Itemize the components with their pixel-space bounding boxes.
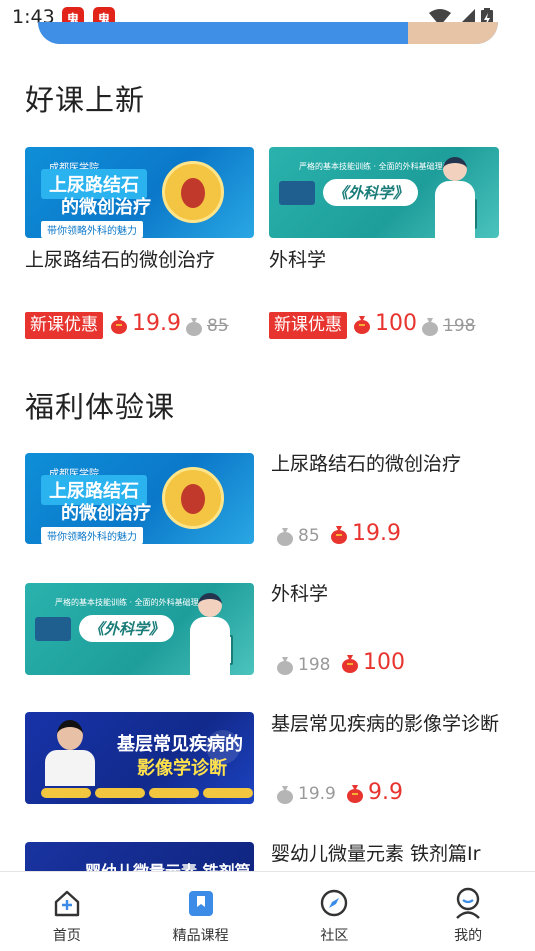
lecturer-illustration (43, 720, 97, 786)
course-thumbnail[interactable]: 成都医学院 上尿路结石 的微创治疗 带你领略外科的魅力 (25, 453, 254, 544)
original-price-value: 19.9 (298, 784, 336, 804)
thumb-subline: 严格的基本技能训练 · 全面的外科基础理论 (55, 598, 207, 607)
course-name[interactable]: 上尿路结石的微创治疗 (271, 452, 511, 477)
doctor-illustration (435, 157, 475, 238)
course-thumbnail[interactable]: 成都医学院 上尿路结石 的微创治疗 带你领略外科的魅力 (25, 147, 254, 238)
sale-price-value: 100 (375, 311, 417, 336)
original-price: 85 (184, 316, 229, 336)
money-bag-icon (111, 315, 127, 334)
original-price: 19.9 (275, 784, 336, 804)
original-price: 198 (420, 316, 475, 336)
compass-icon (317, 886, 351, 920)
course-thumbnail[interactable]: 严格的基本技能训练 · 全面的外科基础理论 《外科学》 (25, 583, 254, 675)
thumb-subline: 严格的基本技能训练 · 全面的外科基础理论 (299, 162, 451, 171)
thumb-headline: 《外科学》 (79, 615, 175, 642)
original-price-value: 85 (298, 526, 320, 546)
decor-circle (206, 730, 240, 764)
money-bag-icon (342, 654, 358, 673)
sale-price: 19.9 (109, 311, 181, 336)
sale-price-value: 19.9 (352, 521, 401, 546)
thumb-headline: 的微创治疗 (61, 197, 151, 218)
money-bag-icon (186, 318, 202, 336)
nav-community[interactable]: 社区 (268, 872, 402, 951)
thumb-tags (41, 788, 253, 798)
money-bag-icon (277, 786, 293, 804)
bottom-nav: 首页 精品课程 社区 我的 (0, 871, 535, 951)
course-thumbnail[interactable]: 基层常见疾病的 影像学诊断 (25, 712, 254, 804)
course-name[interactable]: 外科学 (271, 582, 511, 607)
original-price-value: 198 (298, 655, 331, 675)
nav-label: 我的 (454, 928, 483, 944)
thumb-headline: 的微创治疗 (61, 503, 151, 524)
nav-label: 精品课程 (172, 928, 229, 944)
thumb-subline: 带你领略外科的魅力 (41, 527, 143, 544)
sale-price: 100 (352, 311, 417, 336)
sale-price-value: 100 (363, 650, 405, 675)
money-bag-icon (277, 528, 293, 546)
thumb-box (279, 181, 315, 205)
promo-badge: 新课优惠 (269, 312, 347, 339)
doctor-illustration (190, 593, 230, 675)
bookmark-icon (184, 886, 218, 920)
nav-label: 社区 (320, 928, 349, 944)
original-price: 85 (275, 526, 320, 546)
sale-price-value: 9.9 (368, 780, 403, 805)
money-bag-icon (277, 657, 293, 675)
sale-price-value: 19.9 (132, 311, 181, 336)
course-name[interactable]: 外科学 (269, 248, 326, 273)
nav-home[interactable]: 首页 (0, 872, 134, 951)
nav-label: 首页 (52, 928, 81, 944)
course-thumbnail[interactable]: 严格的基本技能训练 · 全面的外科基础理论 《外科学》 (269, 147, 499, 238)
kidney-illustration (162, 467, 224, 529)
money-bag-icon (331, 525, 347, 544)
original-price-value: 85 (207, 316, 229, 336)
nav-profile[interactable]: 我的 (401, 872, 535, 951)
thumb-subline: 带你领略外科的魅力 (41, 221, 143, 238)
thumb-box (35, 617, 71, 641)
original-price-value: 198 (443, 316, 476, 336)
section-title-new-courses: 好课上新 (25, 83, 146, 117)
course-name[interactable]: 上尿路结石的微创治疗 (25, 248, 215, 273)
promo-badge: 新课优惠 (25, 312, 103, 339)
course-name[interactable]: 婴幼儿微量元素 铁剂篇Ir (271, 842, 521, 867)
original-price: 198 (275, 655, 330, 675)
nav-courses[interactable]: 精品课程 (134, 872, 268, 951)
money-bag-icon (347, 784, 363, 803)
top-banner[interactable] (38, 22, 498, 44)
money-bag-icon (354, 315, 370, 334)
profile-icon (451, 886, 485, 920)
sale-price: 100 (340, 650, 405, 675)
home-add-icon (50, 886, 84, 920)
sale-price: 19.9 (329, 521, 401, 546)
thumb-headline: 《外科学》 (323, 179, 419, 206)
money-bag-icon (422, 318, 438, 336)
sale-price: 9.9 (345, 780, 403, 805)
section-title-welfare: 福利体验课 (25, 390, 176, 424)
course-name[interactable]: 基层常见疾病的影像学诊断 (271, 712, 521, 737)
kidney-illustration (162, 161, 224, 223)
